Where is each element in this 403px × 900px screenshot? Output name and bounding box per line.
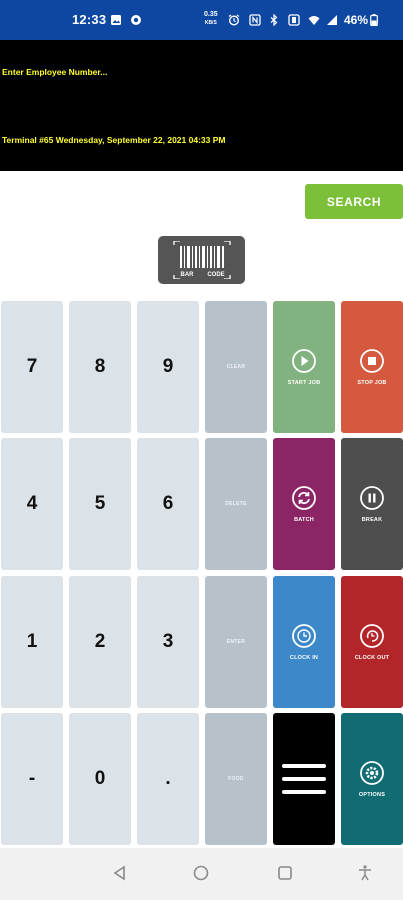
- clock-out-label: CLOCK OUT: [354, 655, 390, 661]
- alarm-icon: [228, 14, 240, 26]
- play-circle-icon: [292, 349, 316, 373]
- key-dot[interactable]: .: [137, 713, 199, 845]
- clock-out-button[interactable]: CLOCK OUT: [341, 576, 403, 708]
- options-button[interactable]: OPTIONS: [341, 713, 403, 845]
- batch-label: BATCH: [294, 517, 314, 523]
- stop-job-button[interactable]: STOP JOB: [341, 301, 403, 433]
- key-3[interactable]: 3: [137, 576, 199, 708]
- bluetooth-icon: [270, 14, 278, 26]
- barcode-label-bar: BAR: [180, 272, 194, 278]
- barcode-label-code: CODE: [207, 272, 224, 278]
- options-label: OPTIONS: [358, 792, 386, 798]
- clock-out-icon: [360, 624, 384, 648]
- stop-circle-icon: [360, 349, 384, 373]
- stop-job-label: STOP JOB: [357, 380, 387, 386]
- network-speed: 0.35 KB/S: [204, 11, 218, 26]
- keypad: 7 8 9 CLEAR START JOB STOP JOB 4 5 6 DEL…: [0, 299, 403, 847]
- signal-icon: [327, 15, 337, 25]
- enter-button[interactable]: ENTER: [205, 576, 267, 708]
- employee-number-prompt: Enter Employee Number...: [2, 67, 108, 77]
- refresh-circle-icon: [292, 486, 316, 510]
- clock-in-button[interactable]: CLOCK IN: [273, 576, 335, 708]
- clear-button[interactable]: CLEAR: [205, 301, 267, 433]
- search-button[interactable]: SEARCH: [305, 184, 403, 219]
- gear-icon: [360, 761, 384, 785]
- delete-button[interactable]: DELETE: [205, 438, 267, 570]
- app-screen: 12:33 0.35 KB/S 46% Enter Employee Numbe…: [0, 0, 403, 900]
- image-icon: [111, 15, 121, 25]
- key-2[interactable]: 2: [69, 576, 131, 708]
- pause-circle-icon: [360, 486, 384, 510]
- break-label: BREAK: [361, 517, 383, 523]
- key-4[interactable]: 4: [1, 438, 63, 570]
- start-job-button[interactable]: START JOB: [273, 301, 335, 433]
- info-panel: Enter Employee Number... Terminal #65 We…: [0, 40, 403, 171]
- key-9[interactable]: 9: [137, 301, 199, 433]
- wifi-icon: [308, 16, 320, 25]
- record-icon: [131, 15, 141, 25]
- vibrate-icon: [288, 14, 300, 26]
- food-button[interactable]: FOOD: [205, 713, 267, 845]
- back-icon[interactable]: [111, 864, 129, 882]
- home-icon[interactable]: [192, 864, 210, 882]
- terminal-datetime: Terminal #65 Wednesday, September 22, 20…: [2, 135, 226, 145]
- key-8[interactable]: 8: [69, 301, 131, 433]
- key-5[interactable]: 5: [69, 438, 131, 570]
- start-job-label: START JOB: [287, 380, 321, 386]
- key-7[interactable]: 7: [1, 301, 63, 433]
- battery-percentage: 46%: [344, 13, 369, 27]
- battery-icon: [370, 14, 378, 26]
- barcode-button[interactable]: BAR CODE: [158, 236, 245, 284]
- key-6[interactable]: 6: [137, 438, 199, 570]
- recents-icon[interactable]: [276, 864, 294, 882]
- clock-circle-icon: [292, 624, 316, 648]
- barcode-icon: BAR CODE: [172, 241, 231, 279]
- batch-button[interactable]: BATCH: [273, 438, 335, 570]
- key-0[interactable]: 0: [69, 713, 131, 845]
- hamburger-menu-icon: [282, 764, 326, 794]
- key-minus[interactable]: -: [1, 713, 63, 845]
- break-button[interactable]: BREAK: [341, 438, 403, 570]
- menu-button[interactable]: [273, 713, 335, 845]
- clock-in-label: CLOCK IN: [289, 655, 319, 661]
- nfc-icon: [249, 14, 261, 26]
- accessibility-icon[interactable]: [356, 864, 374, 882]
- key-1[interactable]: 1: [1, 576, 63, 708]
- status-time: 12:33: [72, 12, 107, 27]
- status-bar: 12:33 0.35 KB/S 46%: [0, 0, 403, 40]
